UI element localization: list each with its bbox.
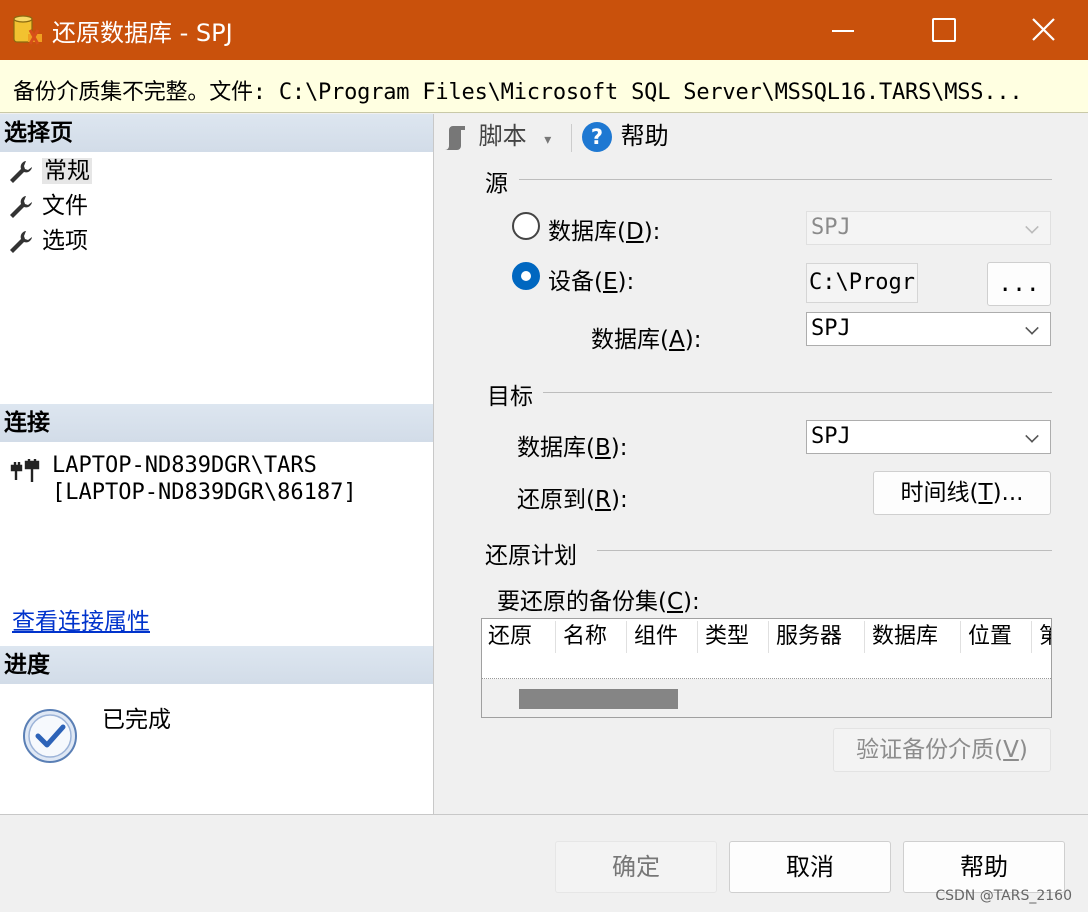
wrench-icon [10,160,32,183]
grid-column-server[interactable]: 服务器 [770,621,865,653]
help-toolbar-button[interactable]: ? 帮助 [581,120,669,153]
source-device-radio[interactable] [512,262,540,290]
restore-database-icon [13,15,42,45]
connection-header: 连接 [0,404,433,442]
watermark: CSDN @TARS_2160 [935,888,1072,904]
grid-header: 还原 名称 组件 类型 服务器 数据库 位置 第 [482,619,1051,679]
help-icon: ? [582,122,612,152]
source-group-title: 源 [485,171,508,197]
view-connection-properties-link[interactable]: 查看连接属性 [12,602,150,636]
close-icon [1032,18,1055,41]
source-device-label: 设备(E): [548,269,635,295]
restore-to-label: 还原到(R): [517,487,628,513]
chevron-down-icon [1025,321,1039,335]
page-item-label: 选项 [42,228,88,254]
source-device-db-label: 数据库(A): [591,327,702,353]
check-complete-icon [23,709,77,763]
chevron-down-icon: ▾ [544,132,552,148]
grid-column-restore[interactable]: 还原 [482,621,556,653]
script-icon [445,126,465,150]
source-database-radio[interactable] [512,212,540,240]
close-button[interactable] [993,0,1088,60]
warning-text: 备份介质集不完整。文件: C:\Program Files\Microsoft … [13,80,1023,105]
grid-column-component[interactable]: 组件 [628,621,698,653]
chevron-down-icon [1025,429,1039,443]
minimize-button[interactable] [793,0,893,60]
verify-media-button[interactable]: 验证备份介质(V) [833,728,1051,772]
maximize-button[interactable] [893,0,993,60]
help-button[interactable]: 帮助 [903,841,1065,893]
connection-user: [LAPTOP-ND839DGR\86187] [52,480,357,505]
select-page-header: 选择页 [0,114,433,152]
page-item-label: 文件 [42,193,88,219]
chevron-down-icon [1025,220,1039,234]
toolbar-separator [571,124,572,152]
plan-group-line [597,550,1052,551]
grid-column-location[interactable]: 位置 [962,621,1032,653]
target-database-select[interactable]: SPJ [806,420,1051,454]
grid-column-type[interactable]: 类型 [699,621,769,653]
source-group-line [519,179,1052,180]
wrench-icon [10,195,32,218]
page-item-options[interactable]: 选项 [6,224,88,258]
title-bar: 还原数据库 - SPJ [0,0,1088,60]
target-group-title: 目标 [487,384,533,410]
backup-sets-grid[interactable]: 还原 名称 组件 类型 服务器 数据库 位置 第 [481,618,1052,718]
connection-info: LAPTOP-ND839DGR\TARS [LAPTOP-ND839DGR\86… [52,452,357,506]
progress-status: 已完成 [102,707,171,733]
cancel-button[interactable]: 取消 [729,841,891,893]
dialog-button-bar: 确定 取消 帮助 CSDN @TARS_2160 [0,814,1088,912]
page-item-files[interactable]: 文件 [6,189,88,223]
page-item-general[interactable]: 常规 [6,154,92,188]
plan-group-title: 还原计划 [485,543,577,569]
horizontal-scrollbar-thumb[interactable] [519,689,678,709]
connection-plug-icon [10,459,40,482]
source-database-select[interactable]: SPJ [806,211,1051,245]
progress-header: 进度 [0,646,433,684]
target-group-line [543,392,1052,393]
ok-button[interactable]: 确定 [555,841,717,893]
source-database-label: 数据库(D): [548,219,661,245]
grid-column-more[interactable]: 第 [1033,621,1051,653]
script-label: 脚本 [478,122,527,150]
backup-sets-label: 要还原的备份集(C): [497,589,700,615]
warning-bar: 备份介质集不完整。文件: C:\Program Files\Microsoft … [0,60,1088,113]
script-button[interactable]: 脚本 ▾ [441,120,551,156]
right-panel: 脚本 ▾ ? 帮助 源 数据库(D): SPJ 设备(E): C:\Progr … [435,114,1088,814]
svg-text:?: ? [591,125,603,149]
left-panel: 选择页 常规 文件 选项 连接 LAPTOP-ND839DGR\TARS [LA… [0,114,434,814]
page-item-label: 常规 [42,158,92,184]
wrench-icon [10,230,32,253]
source-device-database-select[interactable]: SPJ [806,312,1051,346]
grid-column-name[interactable]: 名称 [557,621,627,653]
window-title: 还原数据库 - SPJ [52,19,233,47]
target-database-label: 数据库(B): [517,435,628,461]
timeline-button[interactable]: 时间线(T)... [873,471,1051,515]
help-label: 帮助 [620,122,669,150]
source-device-path[interactable]: C:\Progr [806,263,918,303]
grid-column-database[interactable]: 数据库 [866,621,961,653]
browse-device-button[interactable]: ... [987,262,1051,306]
connection-server: LAPTOP-ND839DGR\TARS [52,453,317,478]
